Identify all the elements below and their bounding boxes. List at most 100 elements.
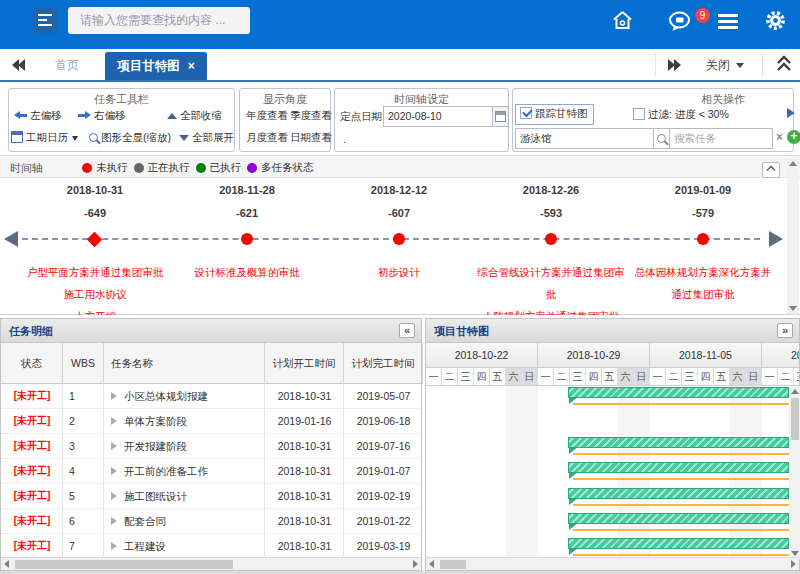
sidebar-toggle-button[interactable] xyxy=(33,8,57,33)
tab-home[interactable]: 首页 xyxy=(55,57,79,74)
tabs-scroll-right-icon[interactable] xyxy=(668,58,686,72)
date-picker-button[interactable] xyxy=(492,106,509,127)
weekend-stripe xyxy=(506,386,538,559)
milestone-marker[interactable] xyxy=(545,233,557,245)
task-detail-title: 任务明细 xyxy=(9,324,53,339)
task-grid-hscrollbar[interactable] xyxy=(1,557,421,570)
expand-task-icon[interactable] xyxy=(111,417,117,425)
month-view-button[interactable]: 月度查看 xyxy=(246,131,288,145)
expand-task-icon[interactable] xyxy=(111,542,117,550)
gantt-bar[interactable] xyxy=(568,488,789,499)
milestone-offset: -593 xyxy=(491,207,611,219)
gantt-day-label: 四 xyxy=(586,368,602,386)
milestone-labels: 户型平面方案并通过集团审批施工用水协议土方开挖 xyxy=(15,261,175,315)
global-search-input[interactable]: 请输入您需要查找的内容 ... xyxy=(68,7,250,34)
task-row[interactable]: [未开工]3开发报建阶段2018-10-312019-07-16 xyxy=(1,434,421,459)
legend-dot-icon xyxy=(134,163,144,173)
zoom-fit-button[interactable]: 图形全显(缩放) xyxy=(89,131,171,145)
task-row[interactable]: [未开工]6配套合同2018-10-312019-01-22 xyxy=(1,509,421,534)
filter-progress-checkbox[interactable]: 过滤: 进度 < 30% xyxy=(633,108,729,122)
gantt-bar[interactable] xyxy=(568,513,789,524)
calendar-button[interactable]: 工期日历 xyxy=(11,131,78,145)
gantt-day-label: 一 xyxy=(538,368,554,386)
gantt-bar[interactable] xyxy=(568,538,789,549)
expand-task-icon[interactable] xyxy=(111,467,117,475)
milestone-marker[interactable] xyxy=(241,233,253,245)
task-row[interactable]: [未开工]2单体方案阶段2019-01-162019-06-18 xyxy=(1,409,421,434)
task-end-date: 2019-06-18 xyxy=(344,409,421,434)
track-gantt-checkbox-icon xyxy=(520,107,532,119)
tabbar-accent-line xyxy=(0,80,800,82)
expand-task-icon[interactable] xyxy=(111,442,117,450)
collapse-left-panel-button[interactable]: « xyxy=(399,323,415,338)
milestone-marker[interactable] xyxy=(393,233,405,245)
expand-all-button[interactable]: 全部展开 xyxy=(179,131,234,145)
day-view-button[interactable]: 日期查看 xyxy=(290,131,332,145)
timeline-right-arrow-icon[interactable] xyxy=(769,231,783,247)
collapse-toolbar-icon[interactable] xyxy=(776,55,792,75)
task-start-date: 2018-10-31 xyxy=(265,384,344,409)
gantt-hscrollbar[interactable] xyxy=(426,557,799,570)
add-icon[interactable]: + xyxy=(787,130,800,144)
keyword-search-button[interactable] xyxy=(653,128,670,149)
milestone-labels: 综合管线设计方案并通过集团审批人防规划方案并通过集团审批 xyxy=(477,261,626,315)
milestone-label: 综合管线设计方案并通过集团审批 xyxy=(477,261,626,305)
task-row[interactable]: [未开工]7工程建设2018-10-312019-03-19 xyxy=(1,534,421,559)
expand-task-icon[interactable] xyxy=(111,392,117,400)
move-right-button[interactable]: 右偏移 xyxy=(78,109,125,123)
task-end-date: 2019-02-19 xyxy=(344,484,421,509)
timeline-vertical-scrollbar[interactable] xyxy=(787,158,799,314)
task-grid-column-header[interactable]: WBS xyxy=(63,343,104,384)
tab-project-gantt[interactable]: 项目甘特图× xyxy=(105,52,207,80)
task-detail-panel: 任务明细 « 状态WBS任务名称计划开工时间计划完工时间 [未开工]1小区总体规… xyxy=(0,318,422,571)
task-name: 配套合同 xyxy=(111,509,166,534)
expand-right-panel-button[interactable]: » xyxy=(777,323,793,338)
year-view-button[interactable]: 年度查看 xyxy=(246,109,288,123)
home-icon[interactable] xyxy=(612,10,633,33)
gantt-day-label: 五 xyxy=(602,368,618,386)
gantt-bar[interactable] xyxy=(568,462,789,473)
zoom-icon xyxy=(89,133,98,142)
calendar-icon xyxy=(11,131,23,143)
task-row[interactable]: [未开工]4开工前的准备工作2018-10-312019-01-07 xyxy=(1,459,421,484)
expand-task-icon[interactable] xyxy=(111,517,117,525)
close-menu-button[interactable]: 关闭 xyxy=(706,57,744,74)
gantt-vertical-scrollbar[interactable] xyxy=(789,386,800,559)
menu-icon[interactable] xyxy=(718,14,738,33)
ops-expand-arrow-icon[interactable] xyxy=(787,108,795,118)
tab-close-icon[interactable]: × xyxy=(188,59,195,73)
task-row[interactable]: [未开工]1小区总体规划报建2018-10-312019-05-07 xyxy=(1,384,421,409)
gantt-bar-baseline xyxy=(573,554,789,556)
milestone-marker[interactable] xyxy=(87,232,103,248)
task-start-date: 2019-01-16 xyxy=(265,409,344,434)
left-arrow-icon xyxy=(14,111,27,120)
task-wbs: 4 xyxy=(69,459,75,484)
task-wbs: 6 xyxy=(69,509,75,534)
task-end-date: 2019-03-19 xyxy=(344,534,421,559)
timeline-left-arrow-icon[interactable] xyxy=(4,231,18,247)
settings-gear-icon[interactable] xyxy=(764,9,787,34)
gantt-bar[interactable] xyxy=(568,437,789,448)
task-grid-column-header[interactable]: 计划开工时间 xyxy=(265,343,344,384)
task-detail-header: 任务明细 « xyxy=(1,319,421,343)
collapse-all-button[interactable]: 全部收缩 xyxy=(167,109,222,123)
task-search-input[interactable]: 搜索任务 xyxy=(669,128,773,149)
keyword-input[interactable]: 游泳馆 xyxy=(515,128,654,149)
clear-search-icon[interactable]: × xyxy=(776,130,783,144)
gantt-bar[interactable] xyxy=(568,387,789,398)
quarter-view-button[interactable]: 季度查看 xyxy=(290,109,332,123)
messages-icon[interactable] xyxy=(668,11,693,34)
milestone-marker[interactable] xyxy=(697,233,709,245)
timeline-collapse-button[interactable] xyxy=(762,162,780,178)
task-grid-column-header[interactable]: 计划完工时间 xyxy=(344,343,423,384)
track-gantt-checkbox[interactable]: 跟踪甘特图 xyxy=(515,104,594,125)
task-row[interactable]: [未开工]5施工图纸设计2018-10-312019-02-19 xyxy=(1,484,421,509)
gantt-day-label: 二 xyxy=(778,368,794,386)
task-grid-column-header[interactable]: 任务名称 xyxy=(104,343,265,384)
expand-task-icon[interactable] xyxy=(111,492,117,500)
tabs-scroll-left-icon[interactable] xyxy=(12,58,30,72)
task-grid-column-header[interactable]: 状态 xyxy=(1,343,63,384)
anchor-date-input[interactable]: 2020-08-10 xyxy=(383,106,493,127)
gantt-day-label: 三 xyxy=(682,368,698,386)
move-left-button[interactable]: 左偏移 xyxy=(14,109,61,123)
